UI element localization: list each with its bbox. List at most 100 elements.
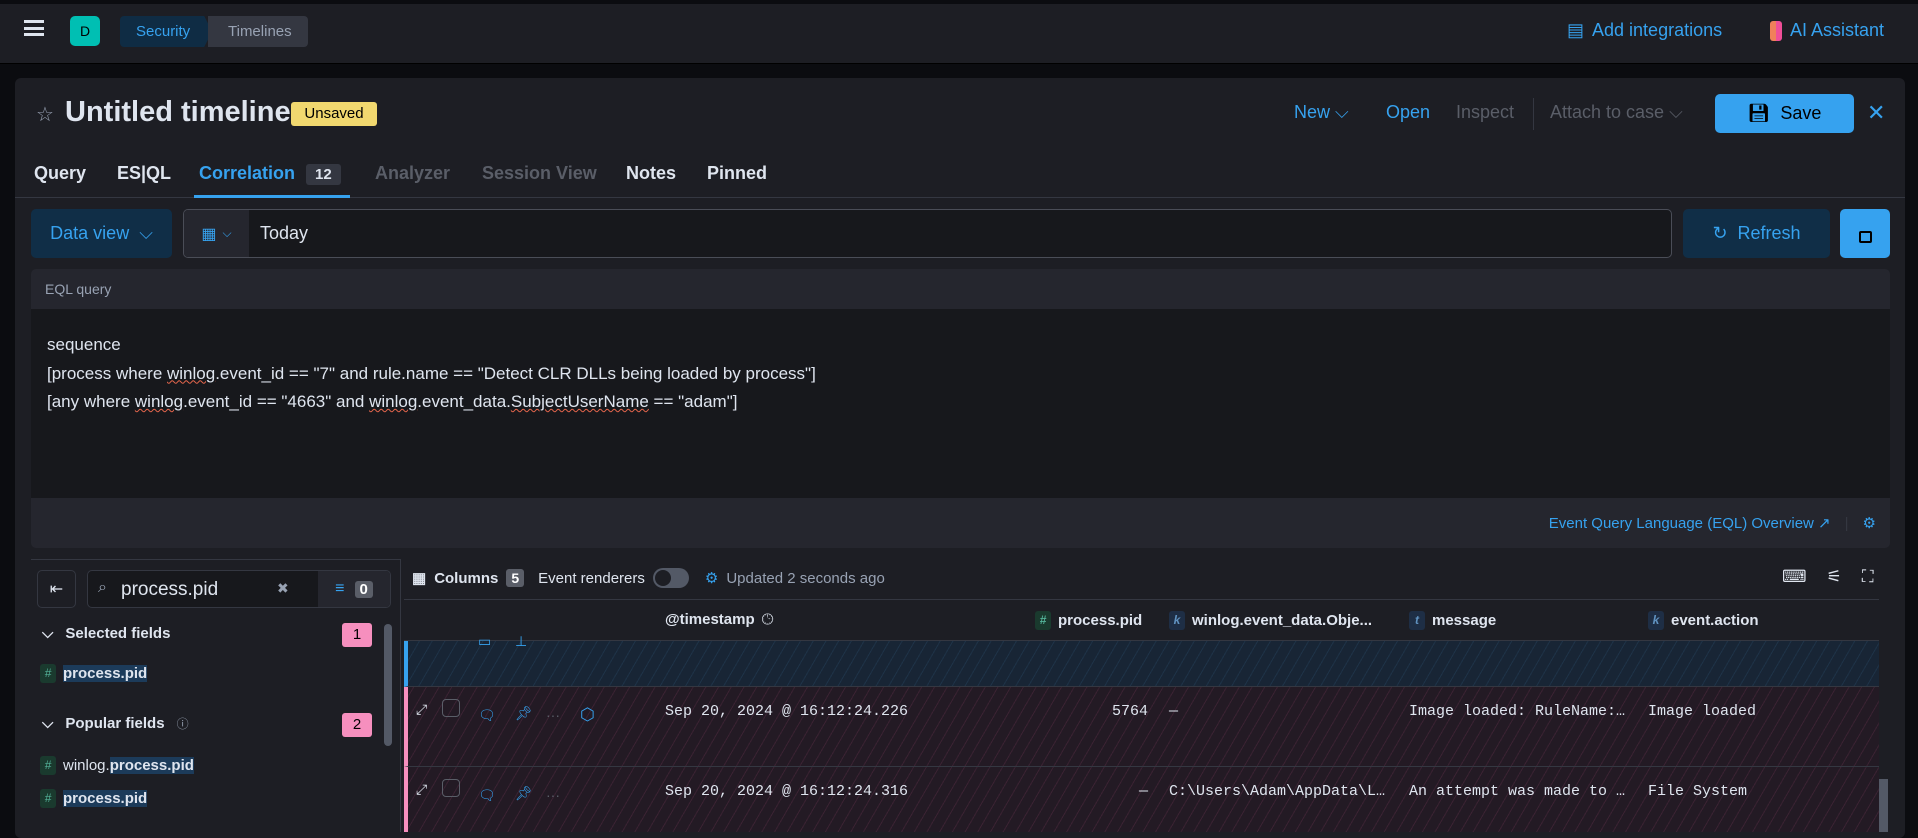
lock-button[interactable]: [1840, 209, 1890, 258]
field-filter-button[interactable]: ≡ 0: [318, 571, 390, 607]
new-button[interactable]: New ⌵: [1294, 102, 1349, 123]
more-icon[interactable]: ···: [546, 707, 560, 723]
pin-icon[interactable]: 📌︎: [515, 785, 533, 802]
timeline-title[interactable]: Untitled timeline: [65, 96, 291, 129]
comment-icon[interactable]: 🗨︎: [478, 787, 496, 804]
tab-analyzer[interactable]: Analyzer: [375, 163, 450, 184]
star-icon[interactable]: ☆: [36, 102, 54, 127]
table-header: @timestamp 🕒︎ # process.pid k winlog.event_…: [404, 599, 1879, 641]
number-type-icon: #: [40, 664, 56, 683]
lock-icon: [1858, 230, 1872, 243]
eql-token: winlog: [167, 363, 216, 383]
tab-pinned[interactable]: Pinned: [707, 163, 767, 184]
eql-token: .event_data.: [417, 392, 511, 411]
table-toolbar: ▦ Columns 5 Event renderers ⚙ Updated 2 se…: [412, 568, 885, 588]
ai-assistant-label: AI Assistant: [1790, 20, 1885, 40]
table-row: ▭ ⊥: [404, 633, 1879, 687]
sidebar-scrollbar[interactable]: [384, 624, 392, 746]
popular-fields-header[interactable]: ⌵ Popular fields ⓘ: [42, 715, 189, 732]
add-integrations-label: Add integrations: [1592, 20, 1723, 40]
tab-correlation[interactable]: Correlation 12: [199, 163, 341, 185]
column-header-process-pid[interactable]: # process.pid: [1035, 611, 1142, 630]
search-icon: ⌕: [98, 579, 107, 596]
row-checkbox[interactable]: [442, 779, 460, 797]
cell-event-action: Image loaded: [1648, 703, 1757, 720]
column-header-message[interactable]: t message: [1409, 611, 1496, 630]
comment-icon[interactable]: ▭: [478, 633, 491, 650]
column-header-timestamp[interactable]: @timestamp 🕒︎: [665, 611, 774, 628]
eql-token: winlog: [369, 392, 418, 411]
column-header-event-action[interactable]: k event.action: [1648, 611, 1759, 630]
ai-assistant-link[interactable]: AI Assistant: [1770, 20, 1884, 41]
eql-token: [process where: [47, 363, 167, 383]
keyboard-icon[interactable]: ⌨: [1782, 567, 1807, 587]
close-icon[interactable]: ✕: [1867, 100, 1885, 126]
eql-token: SubjectUserName: [510, 392, 649, 411]
help-icon: ⓘ: [176, 717, 189, 731]
selected-fields-header[interactable]: ⌵ Selected fields: [42, 625, 170, 642]
clear-icon[interactable]: ✖: [277, 580, 289, 597]
chevron-down-icon: ⌵: [1669, 102, 1683, 122]
search-value: process.pid: [121, 579, 219, 600]
tab-session-view[interactable]: Session View: [482, 163, 597, 184]
space-avatar[interactable]: D: [70, 16, 100, 46]
eql-line: [any where winlog.event_id == "4663" and…: [47, 388, 1874, 417]
eql-textarea[interactable]: sequence [process where winlog.event_id =…: [31, 309, 1890, 498]
columns-button[interactable]: ▦ Columns 5: [412, 569, 525, 587]
table-scrollbar[interactable]: [1879, 779, 1888, 832]
field-item[interactable]: # winlog.process.pid: [40, 756, 194, 775]
data-view-button[interactable]: Data view ⌵: [31, 209, 172, 258]
collapse-sidebar-button[interactable]: ⇤: [37, 570, 76, 608]
expand-icon[interactable]: ⤢: [416, 701, 427, 718]
refresh-button[interactable]: ↻ Refresh: [1683, 209, 1830, 258]
divider: [1533, 98, 1534, 130]
fullscreen-icon[interactable]: ⛶: [1862, 567, 1874, 587]
tab-query[interactable]: Query: [34, 163, 86, 184]
collapse-icon: ⇤: [49, 581, 64, 598]
table-controls: ⌨ ⚟ ⛶: [1782, 567, 1874, 587]
eql-query-editor: EQL query sequence [process where winlog.…: [31, 269, 1890, 548]
eql-label: EQL query: [45, 281, 112, 297]
save-button[interactable]: 💾︎ Save: [1715, 94, 1854, 133]
sliders-icon[interactable]: ⚟: [1827, 567, 1842, 587]
comment-icon[interactable]: 🗨︎: [478, 707, 496, 724]
cube-icon[interactable]: ⬡: [580, 705, 595, 725]
eql-line: [process where winlog.event_id == "7" an…: [47, 360, 1874, 389]
column-header-winlog-object[interactable]: k winlog.event_data.Obje...: [1169, 611, 1372, 630]
field-item[interactable]: # process.pid: [40, 789, 148, 808]
attach-to-case-button[interactable]: Attach to case ⌵: [1550, 102, 1683, 123]
eql-overview-link[interactable]: Event Query Language (EQL) Overview ↗: [1549, 514, 1831, 532]
refresh-icon: ↻: [1712, 223, 1728, 243]
menu-icon[interactable]: [24, 20, 44, 36]
gear-icon[interactable]: ⚙: [705, 569, 718, 587]
eql-line: sequence: [47, 331, 1874, 360]
chevron-down-icon: ⌵: [42, 715, 54, 732]
more-icon[interactable]: ···: [546, 787, 560, 803]
expand-icon[interactable]: ⤢: [416, 781, 427, 798]
calendar-icon[interactable]: ▦ ⌵: [184, 210, 249, 257]
add-integrations-link[interactable]: ▤ Add integrations: [1567, 20, 1722, 41]
eql-token: .event_id == "7" and rule.name == "Detec…: [215, 363, 816, 383]
eql-token: winlog: [134, 392, 184, 411]
event-renderers-toggle[interactable]: [652, 568, 689, 588]
field-item[interactable]: # process.pid: [40, 664, 148, 683]
pin-icon[interactable]: ⊥: [515, 633, 527, 650]
cell-timestamp: Sep 20, 2024 @ 16:12:24.226: [665, 703, 909, 720]
eql-token: .event_id == "4663" and: [183, 392, 370, 411]
breadcrumb-security[interactable]: Security: [120, 16, 212, 47]
tab-esql[interactable]: ES|QL: [117, 163, 171, 184]
open-button[interactable]: Open: [1386, 102, 1430, 123]
ai-assistant-icon: [1770, 20, 1782, 41]
pin-icon[interactable]: 📌︎: [515, 705, 533, 722]
tab-notes[interactable]: Notes: [626, 163, 676, 184]
field-search-input[interactable]: ⌕ process.pid ✖ ≡ 0: [87, 570, 391, 608]
settings-icon[interactable]: ⚙: [1863, 514, 1876, 532]
table-row: ⤢ 🗨︎ 📌︎ ··· ⬡ Sep 20, 2024 @ 16:12:24.22…: [404, 687, 1879, 767]
chevron-down-icon: ⌵: [139, 223, 153, 243]
save-icon: 💾︎: [1747, 103, 1771, 123]
date-picker[interactable]: ▦ ⌵ Today: [183, 209, 1672, 258]
clock-icon: 🕒︎: [761, 611, 774, 628]
row-checkbox[interactable]: [442, 699, 460, 717]
number-type-icon: #: [40, 789, 56, 808]
inspect-button[interactable]: Inspect: [1456, 102, 1514, 123]
